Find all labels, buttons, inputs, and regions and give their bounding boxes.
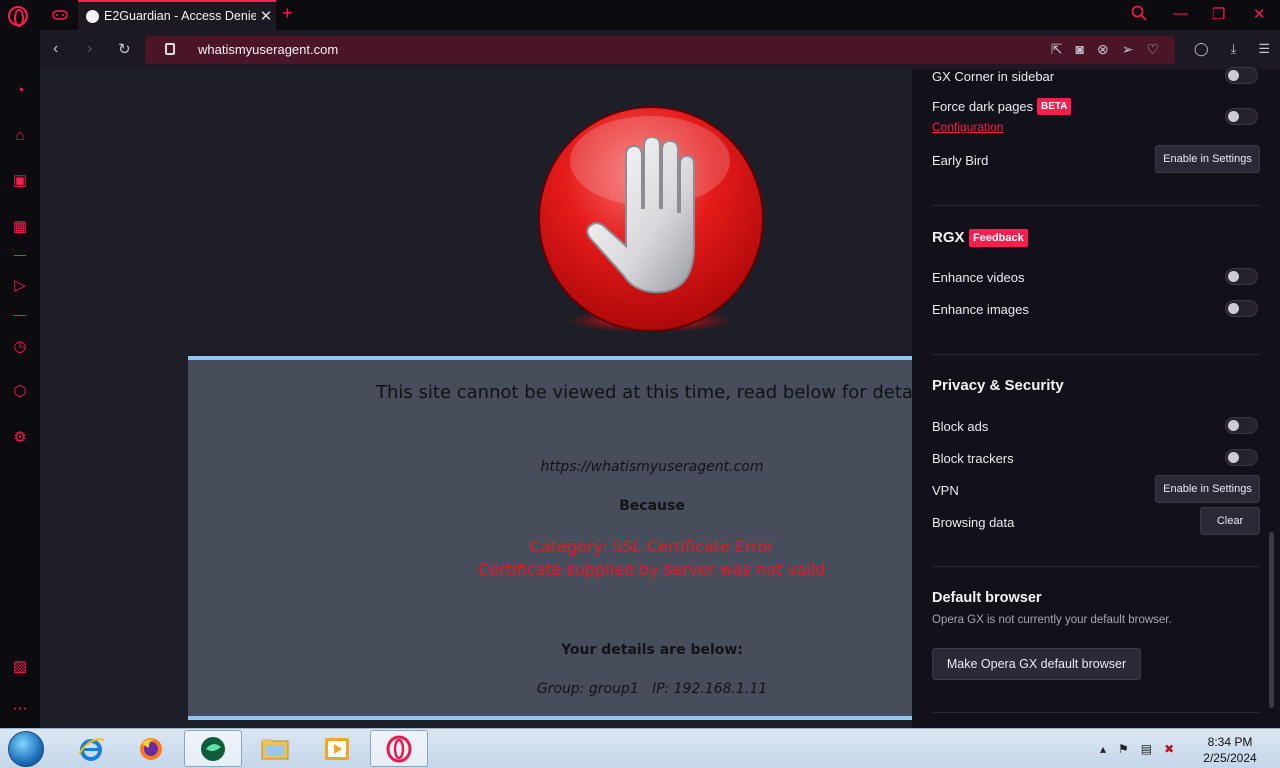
clock-time: 8:34 PM (1207, 735, 1253, 749)
group-ip: Group: group1 IP: 192.168.1.11 (536, 681, 768, 697)
bookmark-heart-icon[interactable]: ♡ (1146, 41, 1159, 58)
rgx-section-title: RGX (932, 229, 965, 246)
file-explorer-folder-icon[interactable] (246, 730, 304, 767)
address-bar: ‹ › ↻ whatismyuseragent.com ⇱ ◙ ⊗ ➢ ♡ ◯ … (40, 30, 1280, 70)
block-category: Category: SSL Certificate Error (530, 537, 774, 556)
extensions-cube-icon[interactable]: ⬡ (10, 381, 30, 401)
lock-icon[interactable] (165, 43, 175, 55)
gx-store-icon[interactable]: ⌂ (10, 125, 30, 145)
internet-explorer-icon[interactable] (62, 730, 120, 767)
panel-scrollbar[interactable] (1269, 532, 1274, 708)
section-divider (932, 205, 1260, 206)
snapshot-camera-icon[interactable]: ◙ (1076, 41, 1084, 58)
block-message-box: This site cannot be viewed at this time,… (188, 356, 912, 720)
taskbar-app-green-icon[interactable] (184, 730, 242, 767)
make-default-browser-button[interactable]: Make Opera GX default browser (932, 648, 1141, 680)
close-window-icon[interactable]: ✕ (1253, 5, 1266, 23)
gx-corner-label: GX Corner in sidebar (932, 69, 1055, 84)
start-button-icon[interactable] (8, 731, 44, 767)
feedback-badge[interactable]: Feedback (969, 229, 1028, 247)
wallpaper-image-icon[interactable]: ▨ (10, 656, 30, 676)
close-tab-icon[interactable]: ✕ (256, 7, 276, 25)
download-icon[interactable]: ⤓ (1231, 41, 1237, 57)
easy-setup-panel: GX Corner in sidebar Force dark pages BE… (912, 67, 1280, 728)
enhance-images-toggle[interactable] (1225, 300, 1258, 317)
force-dark-label: Force dark pages (932, 99, 1034, 114)
section-divider (932, 712, 1260, 713)
sidebar: ◔ ⌂ ▣ ▦ ▷ ◷ ⬡ ⚙ ▨ ⋯ (0, 30, 40, 728)
block-trackers-toggle[interactable] (1225, 449, 1258, 466)
settings-gear-icon[interactable]: ⚙ (10, 427, 30, 447)
gx-gamepad-tab-icon[interactable] (42, 0, 78, 30)
windows-taskbar: ▴ ⚑ ▤ ✖ 8:34 PM 2/25/2024 (0, 728, 1280, 768)
default-browser-note: Opera GX is not currently your default b… (932, 614, 1172, 626)
opera-gx-taskbar-icon[interactable] (370, 730, 428, 767)
history-clock-icon[interactable]: ◷ (10, 336, 30, 356)
enhance-videos-label: Enhance videos (932, 270, 1025, 285)
browsing-data-label: Browsing data (932, 515, 1015, 530)
block-message: This site cannot be viewed at this time,… (376, 382, 912, 403)
tab-bar: E2Guardian - Access Denie ✕ + — ❐ ✕ (0, 0, 1280, 30)
block-ads-label: Block ads (932, 419, 989, 434)
show-hidden-icons-icon[interactable]: ▴ (1100, 742, 1106, 756)
tab-e2guardian[interactable]: E2Guardian - Access Denie ✕ (78, 0, 276, 30)
early-bird-label: Early Bird (932, 153, 989, 168)
stop-hand-icon (586, 138, 695, 294)
firefox-icon[interactable] (122, 730, 180, 767)
privacy-section-title: Privacy & Security (932, 377, 1064, 394)
reload-icon[interactable]: ↻ (118, 40, 131, 58)
url-text[interactable]: whatismyuseragent.com (198, 42, 338, 57)
player-icon[interactable]: ▷ (10, 275, 30, 295)
network-icon[interactable]: ▤ (1141, 742, 1152, 756)
more-dots-icon[interactable]: ⋯ (10, 698, 30, 718)
because-label: Because (619, 498, 685, 514)
early-bird-enable-button[interactable]: Enable in Settings (1155, 145, 1260, 173)
share-icon[interactable]: ⇱ (1051, 41, 1063, 58)
default-browser-title: Default browser (932, 590, 1042, 606)
clear-browsing-data-button[interactable]: Clear (1200, 507, 1260, 535)
enhance-videos-toggle[interactable] (1225, 268, 1258, 285)
search-tabs-icon[interactable] (1131, 5, 1147, 25)
send-icon[interactable]: ➢ (1122, 41, 1134, 58)
blocked-url: https://whatismyuseragent.com (540, 459, 764, 475)
sidebar-divider (14, 255, 26, 256)
vpn-label: VPN (932, 483, 959, 498)
enhance-images-label: Enhance images (932, 302, 1029, 317)
force-dark-toggle[interactable] (1225, 108, 1258, 125)
url-field[interactable]: whatismyuseragent.com ⇱ ◙ ⊗ ➢ ♡ (145, 36, 1175, 64)
gx-corner-toggle[interactable] (1225, 67, 1258, 84)
gx-control-icon[interactable]: ▦ (10, 216, 30, 236)
page-content: This site cannot be viewed at this time,… (40, 70, 912, 728)
back-icon[interactable]: ‹ (53, 40, 58, 58)
twitch-icon[interactable]: ▣ (10, 170, 30, 190)
new-tab-plus-icon[interactable]: + (282, 3, 293, 24)
action-center-flag-icon[interactable]: ⚑ (1118, 742, 1129, 756)
sidebar-divider (14, 315, 26, 316)
easy-setup-menu-icon[interactable]: ☰ (1258, 41, 1270, 57)
block-trackers-label: Block trackers (932, 451, 1014, 466)
volume-muted-icon[interactable]: ✖ (1164, 742, 1174, 756)
globe-icon (86, 9, 99, 23)
block-icon[interactable]: ⊗ (1097, 41, 1109, 58)
section-divider (932, 566, 1260, 567)
minimize-icon[interactable]: — (1173, 5, 1188, 22)
block-ads-toggle[interactable] (1225, 417, 1258, 434)
section-divider (932, 354, 1260, 355)
clock-date: 2/25/2024 (1203, 751, 1257, 765)
account-icon[interactable]: ◯ (1194, 41, 1209, 57)
beta-badge: BETA (1037, 98, 1072, 115)
configuration-link[interactable]: Configuration (932, 120, 1003, 134)
opera-gx-logo-icon[interactable] (8, 6, 28, 27)
restore-icon[interactable]: ❐ (1212, 5, 1225, 23)
forward-icon[interactable]: › (87, 40, 92, 58)
speed-dial-icon[interactable]: ◔ (10, 80, 30, 100)
system-clock[interactable]: 8:34 PM 2/25/2024 (1195, 734, 1265, 766)
block-reason: Certificate supplied by server was not v… (478, 560, 826, 579)
media-player-icon[interactable] (308, 730, 366, 767)
tab-title: E2Guardian - Access Denie (104, 9, 256, 23)
details-heading: Your details are below: (561, 642, 743, 658)
vpn-enable-button[interactable]: Enable in Settings (1155, 475, 1260, 503)
